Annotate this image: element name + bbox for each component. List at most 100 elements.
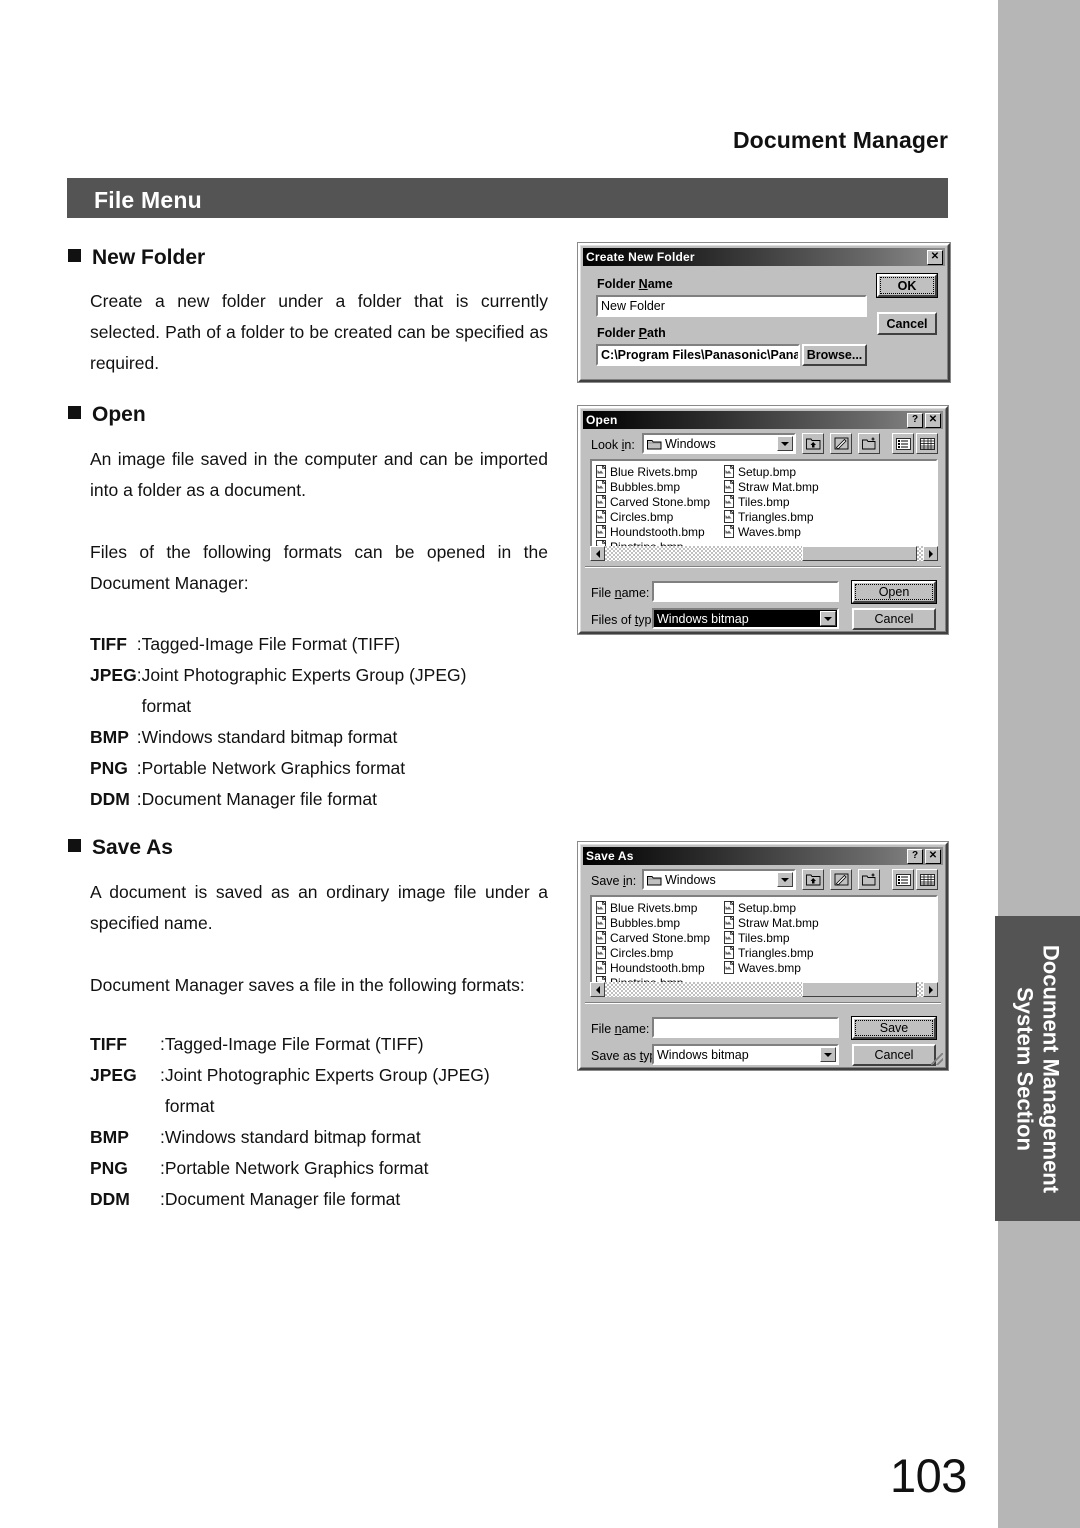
scrollbar-track[interactable] bbox=[605, 546, 923, 561]
new-folder-icon bbox=[861, 873, 875, 886]
paragraph-save-as-2: Document Manager saves a file in the fol… bbox=[90, 975, 525, 995]
save-button[interactable]: Save bbox=[852, 1017, 936, 1039]
list-item[interactable]: Setup.bmp bbox=[723, 900, 851, 915]
format-row: PNG : Portable Network Graphics format bbox=[90, 753, 466, 784]
list-item[interactable]: Carved Stone.bmp bbox=[595, 930, 723, 945]
scroll-right-button[interactable] bbox=[923, 982, 938, 997]
new-folder-button[interactable] bbox=[858, 433, 880, 454]
format-row: BMP : Windows standard bitmap format bbox=[90, 1122, 490, 1153]
create-new-folder-titlebar[interactable]: Create New Folder ✕ bbox=[583, 248, 945, 266]
cancel-button[interactable]: Cancel bbox=[877, 312, 937, 335]
format-key: JPEG bbox=[90, 665, 137, 685]
close-icon[interactable]: ✕ bbox=[927, 249, 943, 265]
bitmap-file-icon bbox=[723, 915, 736, 929]
list-view-button[interactable] bbox=[892, 869, 914, 890]
list-item-label: Carved Stone.bmp bbox=[610, 930, 711, 945]
save-as-dialog-titlebar[interactable]: Save As ? ✕ bbox=[583, 847, 943, 865]
chevron-down-icon[interactable] bbox=[820, 611, 836, 626]
scroll-left-button[interactable] bbox=[590, 982, 605, 997]
help-icon[interactable]: ? bbox=[907, 848, 923, 864]
list-item[interactable]: Houndstooth.bmp bbox=[595, 524, 723, 539]
chevron-down-icon[interactable] bbox=[777, 436, 793, 451]
list-view-button[interactable] bbox=[892, 433, 914, 454]
format-desc-continuation: format bbox=[164, 1096, 215, 1116]
scroll-right-button[interactable] bbox=[923, 546, 938, 561]
cancel-button-label: Cancel bbox=[874, 1048, 914, 1062]
details-view-button[interactable] bbox=[916, 433, 938, 454]
scroll-left-button[interactable] bbox=[590, 546, 605, 561]
list-item[interactable]: Waves.bmp bbox=[723, 960, 851, 975]
save-as-type-combo[interactable]: Windows bitmap bbox=[652, 1044, 839, 1065]
list-item[interactable]: Triangles.bmp bbox=[723, 509, 851, 524]
look-in-favorites-button[interactable] bbox=[830, 869, 852, 890]
list-item[interactable]: Triangles.bmp bbox=[723, 945, 851, 960]
list-item[interactable]: Tiles.bmp bbox=[723, 494, 851, 509]
list-item[interactable]: Houndstooth.bmp bbox=[595, 960, 723, 975]
list-item[interactable]: Straw Mat.bmp bbox=[723, 915, 851, 930]
bitmap-file-icon bbox=[723, 945, 736, 959]
format-key: BMP bbox=[90, 1127, 129, 1147]
file-list-horizontal-scrollbar[interactable] bbox=[590, 546, 938, 561]
file-list-column-1: Blue Rivets.bmp Bubbles.bmp Carved Stone… bbox=[595, 900, 723, 990]
list-item[interactable]: Blue Rivets.bmp bbox=[595, 900, 723, 915]
details-view-button[interactable] bbox=[916, 869, 938, 890]
paragraph-new-folder: Create a new folder under a folder that … bbox=[90, 291, 548, 373]
list-item-label: Blue Rivets.bmp bbox=[610, 464, 698, 479]
paragraph-open-2: Files of the following formats can be op… bbox=[90, 542, 548, 593]
open-button[interactable]: Open bbox=[852, 581, 936, 603]
list-item-label: Bubbles.bmp bbox=[610, 915, 681, 930]
folder-path-input[interactable]: C:\Program Files\Panasonic\Panasonic-D bbox=[596, 344, 800, 366]
format-key: DDM bbox=[90, 789, 130, 809]
list-item[interactable]: Bubbles.bmp bbox=[595, 915, 723, 930]
format-list-save-as: TIFF : Tagged-Image File Format (TIFF) J… bbox=[90, 1029, 490, 1215]
file-list[interactable]: Blue Rivets.bmp Bubbles.bmp Carved Stone… bbox=[590, 895, 938, 993]
chevron-down-icon[interactable] bbox=[820, 1047, 836, 1062]
file-list[interactable]: Blue Rivets.bmp Bubbles.bmp Carved Stone… bbox=[590, 459, 938, 557]
up-one-level-button[interactable] bbox=[802, 433, 824, 454]
files-of-type-combo[interactable]: Windows bitmap bbox=[652, 608, 839, 629]
close-icon[interactable]: ✕ bbox=[925, 848, 941, 864]
list-item[interactable]: Straw Mat.bmp bbox=[723, 479, 851, 494]
up-one-level-button[interactable] bbox=[802, 869, 824, 890]
look-in-combo[interactable]: Windows bbox=[642, 433, 796, 454]
format-desc: Windows standard bitmap format bbox=[164, 1127, 421, 1147]
bitmap-file-icon bbox=[595, 509, 608, 523]
format-row: TIFF : Tagged-Image File Format (TIFF) bbox=[90, 1029, 490, 1060]
list-item[interactable]: Blue Rivets.bmp bbox=[595, 464, 723, 479]
folder-name-input[interactable]: New Folder bbox=[596, 295, 867, 317]
file-name-input[interactable] bbox=[652, 1017, 839, 1038]
scrollbar-thumb[interactable] bbox=[802, 546, 917, 561]
browse-button[interactable]: Browse... bbox=[802, 344, 867, 366]
cancel-button[interactable]: Cancel bbox=[852, 1044, 936, 1066]
bitmap-file-icon bbox=[723, 900, 736, 914]
list-item[interactable]: Carved Stone.bmp bbox=[595, 494, 723, 509]
format-colon: : bbox=[136, 789, 142, 809]
list-item[interactable]: Circles.bmp bbox=[595, 509, 723, 524]
new-folder-button[interactable] bbox=[858, 869, 880, 890]
resize-grip[interactable] bbox=[931, 1053, 943, 1065]
list-item[interactable]: Circles.bmp bbox=[595, 945, 723, 960]
format-desc: Document Manager file format bbox=[164, 1189, 401, 1209]
list-item-label: Circles.bmp bbox=[610, 509, 674, 524]
cancel-button[interactable]: Cancel bbox=[852, 608, 936, 630]
format-desc: Tagged-Image File Format (TIFF) bbox=[141, 634, 401, 654]
help-icon[interactable]: ? bbox=[907, 412, 923, 428]
scrollbar-thumb[interactable] bbox=[802, 982, 917, 997]
save-in-combo[interactable]: Windows bbox=[642, 869, 796, 890]
ok-button[interactable]: OK bbox=[877, 274, 937, 297]
files-of-type-value: Windows bitmap bbox=[657, 611, 749, 626]
list-item[interactable]: Bubbles.bmp bbox=[595, 479, 723, 494]
open-dialog-titlebar[interactable]: Open ? ✕ bbox=[583, 411, 943, 429]
list-item[interactable]: Waves.bmp bbox=[723, 524, 851, 539]
file-list-horizontal-scrollbar[interactable] bbox=[590, 982, 938, 997]
list-item-label: Setup.bmp bbox=[738, 464, 797, 479]
look-in-favorites-button[interactable] bbox=[830, 433, 852, 454]
chevron-down-icon[interactable] bbox=[777, 872, 793, 887]
list-item[interactable]: Setup.bmp bbox=[723, 464, 851, 479]
close-icon[interactable]: ✕ bbox=[925, 412, 941, 428]
list-item[interactable]: Tiles.bmp bbox=[723, 930, 851, 945]
folder-path-label: Folder Path bbox=[597, 326, 666, 340]
scrollbar-track[interactable] bbox=[605, 982, 923, 997]
details-view-icon bbox=[919, 437, 935, 450]
file-name-input[interactable] bbox=[652, 581, 839, 602]
